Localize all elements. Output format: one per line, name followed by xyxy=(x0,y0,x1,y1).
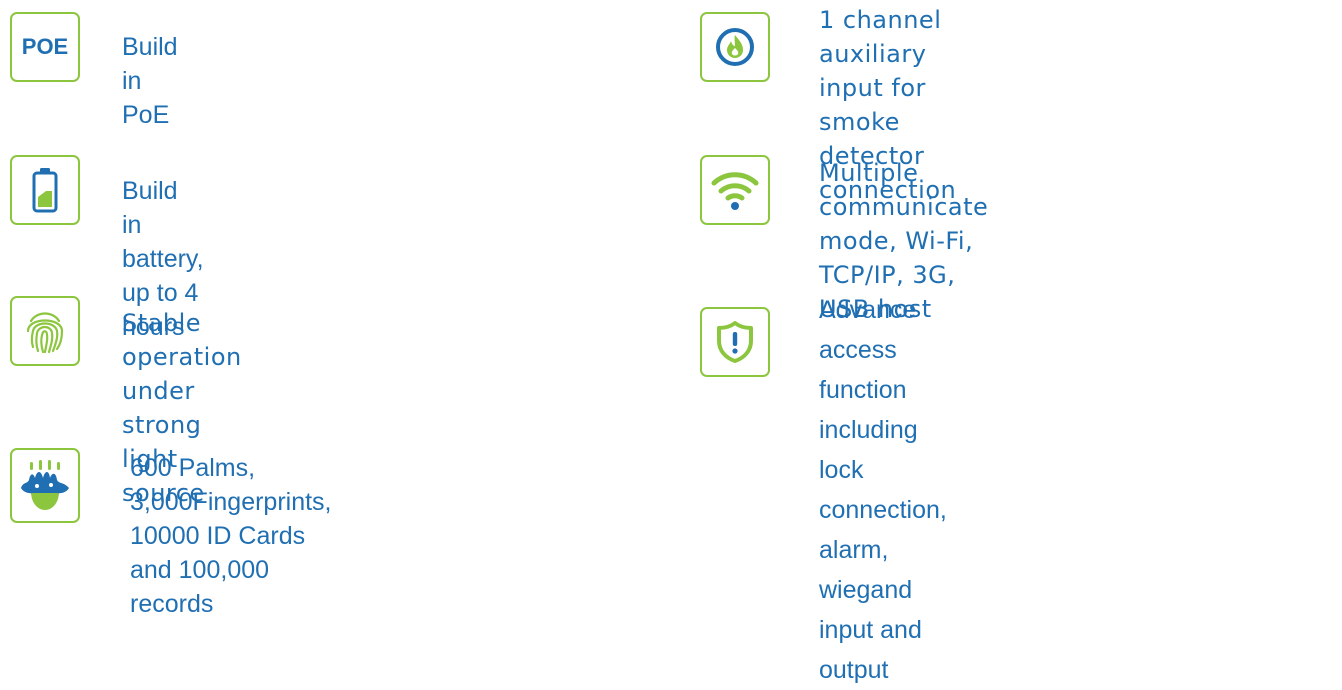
poe-icon-label: POE xyxy=(21,34,69,59)
wifi-icon xyxy=(700,155,770,225)
battery-icon xyxy=(10,155,80,225)
feature-access-text: Advance access function including lock c… xyxy=(819,296,947,684)
fire-icon xyxy=(700,12,770,82)
poe-icon: POE xyxy=(10,12,80,82)
shield-alert-icon xyxy=(700,307,770,377)
feature-poe-text: Build in PoE xyxy=(122,33,178,129)
palm-icon xyxy=(10,448,80,523)
fingerprint-icon xyxy=(10,296,80,366)
feature-palm-text: 600 Palms, 3,000Fingerprints, 10000 ID C… xyxy=(130,454,332,618)
